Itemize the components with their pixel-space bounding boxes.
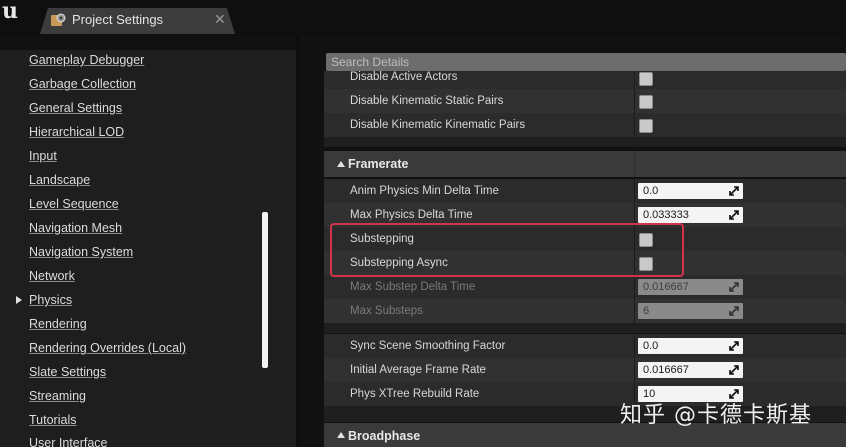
tab-label: Project Settings <box>72 12 164 27</box>
sidebar-item-level-sequence[interactable]: Level Sequence <box>29 197 119 211</box>
search-placeholder: Search Details <box>331 55 410 69</box>
number-value: 0.033333 <box>643 209 689 221</box>
column-divider[interactable] <box>634 334 635 406</box>
expand-arrow-icon[interactable] <box>729 186 739 196</box>
property-label: Phys XTree Rebuild Rate <box>350 388 480 400</box>
sidebar-item-user-interface[interactable]: User Interface <box>29 436 108 447</box>
column-divider[interactable] <box>634 71 635 140</box>
property-label: Initial Average Frame Rate <box>350 364 486 376</box>
disable-kinematic-kinematic-pairs-checkbox[interactable] <box>639 119 653 133</box>
sidebar-item-navigation-mesh[interactable]: Navigation Mesh <box>29 221 122 235</box>
number-value: 6 <box>643 305 650 317</box>
property-label: Sync Scene Smoothing Factor <box>350 340 506 352</box>
sidebar-item-physics[interactable]: Physics <box>29 293 72 307</box>
group-gap <box>324 323 846 333</box>
framerate-category-title: Framerate <box>348 157 409 171</box>
expand-arrow-icon[interactable] <box>729 341 739 351</box>
settings-sidebar <box>0 36 296 447</box>
number-value: 0.0 <box>643 340 659 352</box>
sidebar-item-hierarchical-lod[interactable]: Hierarchical LOD <box>29 125 124 139</box>
selected-arrow-icon <box>16 296 22 304</box>
property-label: Disable Kinematic Static Pairs <box>350 95 504 107</box>
property-label: Disable Active Actors <box>350 71 458 83</box>
broadphase-category-title: Broadphase <box>348 429 421 443</box>
number-value: 0.016667 <box>643 281 689 293</box>
sidebar-item-rendering-overrides[interactable]: Rendering Overrides (Local) <box>29 341 186 355</box>
sidebar-item-tutorials[interactable]: Tutorials <box>29 413 76 427</box>
expand-arrow-icon <box>729 282 739 292</box>
disable-active-actors-checkbox[interactable] <box>639 72 653 86</box>
sidebar-header-strip <box>0 36 296 50</box>
sidebar-item-streaming[interactable]: Streaming <box>29 389 86 403</box>
expand-arrow-icon[interactable] <box>729 210 739 220</box>
number-value: 0.0 <box>643 185 659 197</box>
sidebar-item-rendering[interactable]: Rendering <box>29 317 87 331</box>
sidebar-item-input[interactable]: Input <box>29 149 57 163</box>
sidebar-item-garbage-collection[interactable]: Garbage Collection <box>29 77 136 91</box>
sidebar-item-landscape[interactable]: Landscape <box>29 173 90 187</box>
expand-arrow-icon <box>729 306 739 316</box>
sidebar-item-gameplay-debugger[interactable]: Gameplay Debugger <box>29 53 144 67</box>
disable-kinematic-static-pairs-checkbox[interactable] <box>639 95 653 109</box>
property-label: Anim Physics Min Delta Time <box>350 185 499 197</box>
property-label: Max Physics Delta Time <box>350 209 473 221</box>
category-gap <box>324 137 846 147</box>
sidebar-item-navigation-system[interactable]: Navigation System <box>29 245 133 259</box>
number-value: 0.016667 <box>643 364 689 376</box>
sidebar-scrollbar[interactable] <box>262 212 268 368</box>
watermark-text: 知乎 @卡德卡斯基 <box>620 403 812 428</box>
sidebar-item-network[interactable]: Network <box>29 269 75 283</box>
property-label: Max Substep Delta Time <box>350 281 476 293</box>
project-settings-window: u Project Settings ✕ Gameplay Debugger G… <box>0 0 846 447</box>
expand-arrow-icon[interactable] <box>729 365 739 375</box>
max-substeps-input <box>638 303 743 319</box>
unreal-logo-icon[interactable]: u <box>2 0 18 22</box>
column-divider[interactable] <box>634 151 635 177</box>
property-label: Disable Kinematic Kinematic Pairs <box>350 119 526 131</box>
collapse-arrow-icon[interactable] <box>337 161 345 167</box>
sidebar-item-general-settings[interactable]: General Settings <box>29 101 122 115</box>
settings-icon <box>51 13 66 26</box>
collapse-arrow-icon[interactable] <box>337 432 345 438</box>
sidebar-item-slate-settings[interactable]: Slate Settings <box>29 365 106 379</box>
highlight-box <box>330 223 684 277</box>
property-label: Max Substeps <box>350 305 423 317</box>
close-icon[interactable]: ✕ <box>214 11 226 28</box>
